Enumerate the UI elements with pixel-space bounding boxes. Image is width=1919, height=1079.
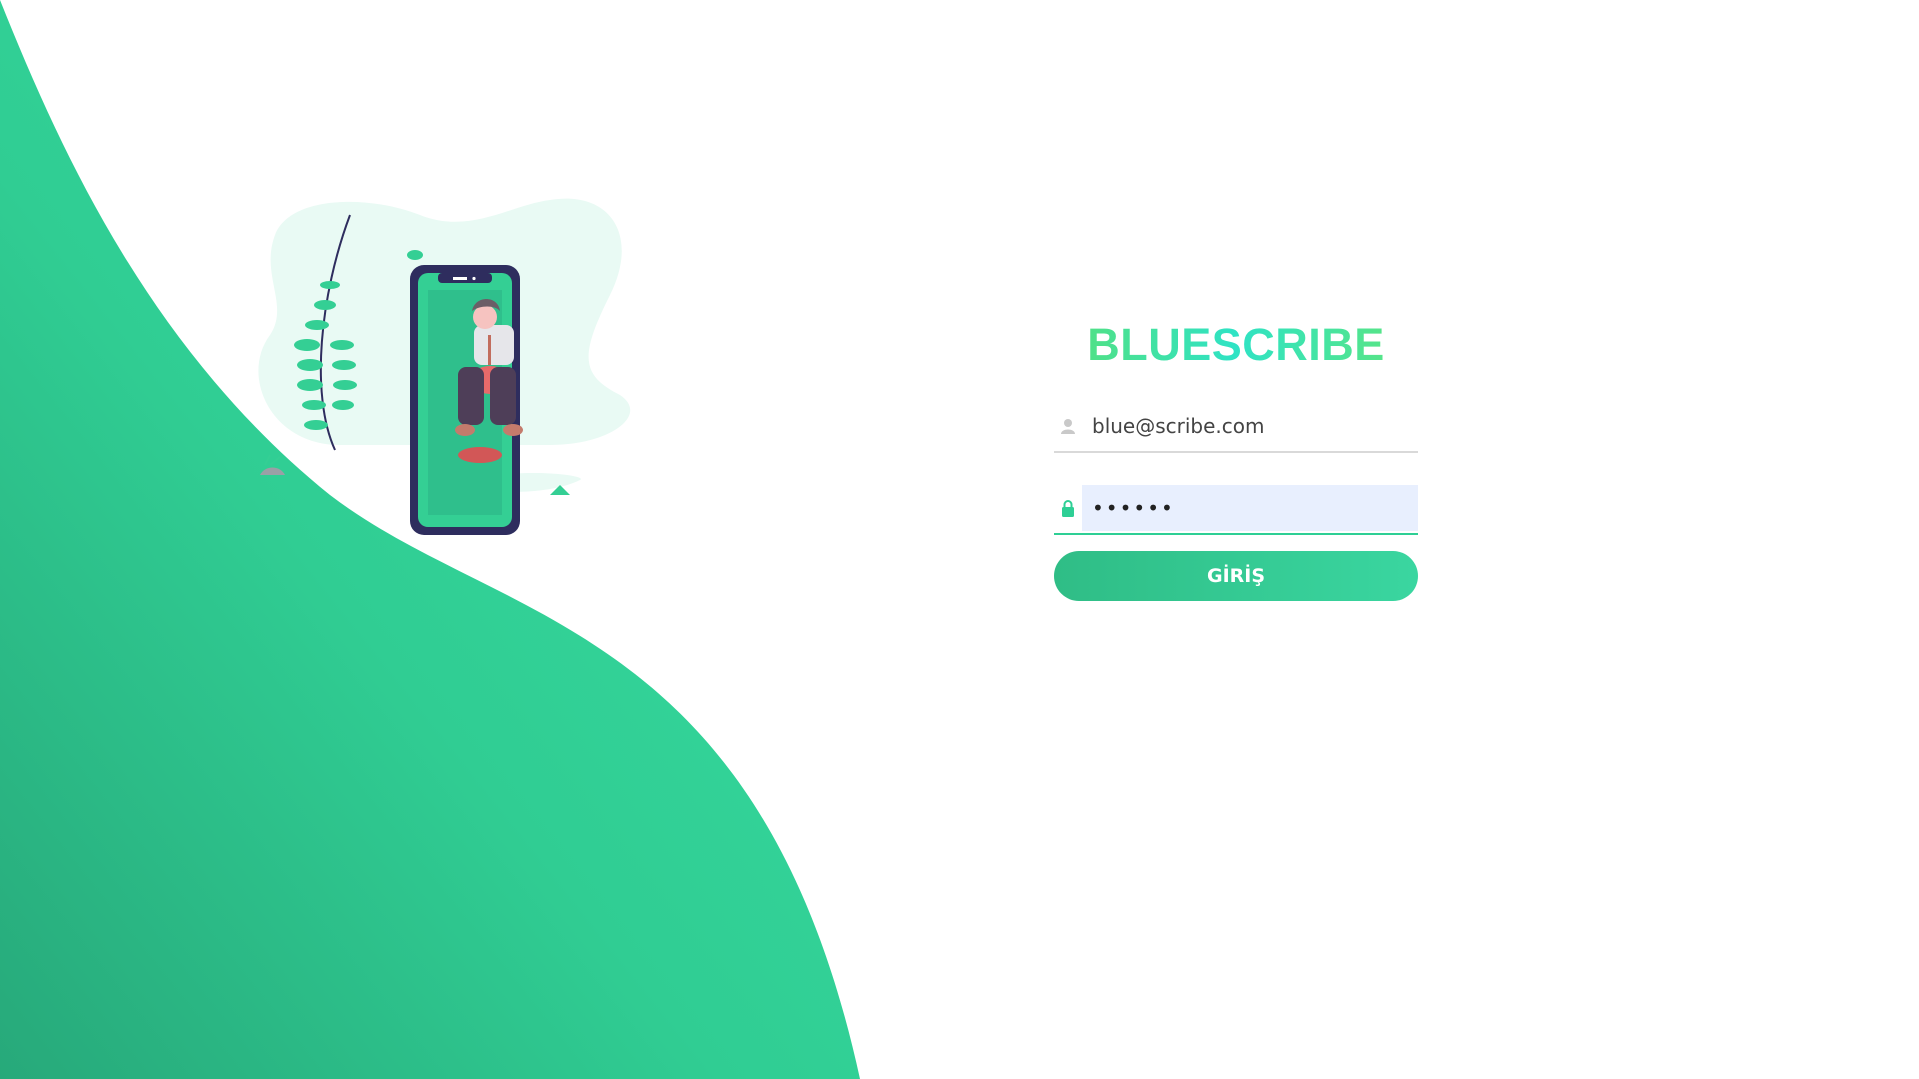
password-field-row — [1054, 483, 1418, 535]
user-icon — [1054, 418, 1082, 434]
password-input[interactable] — [1082, 485, 1418, 531]
brand-title: BLUESCRIBE — [1054, 315, 1418, 375]
phone-illustration — [258, 198, 631, 535]
email-field-row — [1054, 401, 1418, 453]
lock-icon — [1054, 499, 1082, 517]
login-button[interactable]: GİRİŞ — [1054, 551, 1418, 601]
login-panel: BLUESCRIBE GİRİŞ — [1054, 315, 1418, 601]
email-input[interactable] — [1082, 403, 1418, 449]
